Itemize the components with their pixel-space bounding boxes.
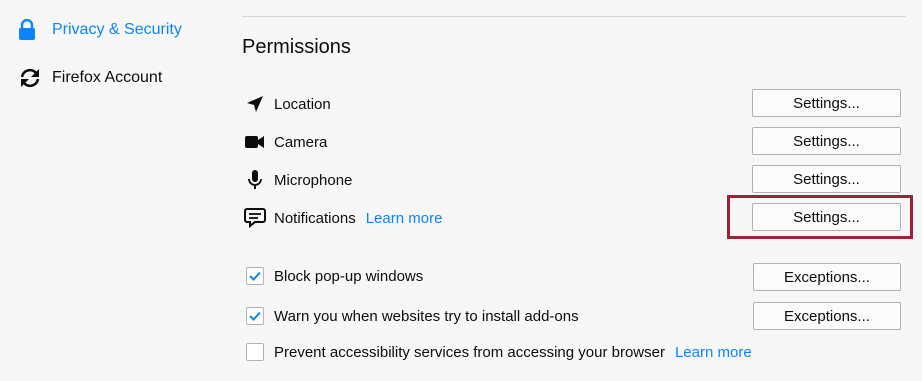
checkbox-row-prevent-accessibility: Prevent accessibility services from acce… (246, 341, 752, 363)
permission-row-microphone: Microphone (244, 168, 352, 192)
section-divider (242, 16, 906, 17)
block-popups-exceptions-button[interactable]: Exceptions... (753, 263, 901, 291)
microphone-icon (244, 169, 266, 191)
permission-row-location: Location (244, 92, 331, 116)
warn-addons-exceptions-button[interactable]: Exceptions... (753, 302, 901, 330)
camera-settings-button[interactable]: Settings... (752, 127, 901, 155)
permission-label: Notifications (274, 209, 356, 227)
camera-icon (244, 131, 266, 153)
notifications-settings-button[interactable]: Settings... (752, 203, 901, 231)
checkmark-icon (249, 311, 261, 321)
permission-row-notifications: Notifications Learn more (244, 206, 442, 230)
permission-label: Camera (274, 133, 328, 151)
permission-label: Microphone (274, 171, 353, 189)
notification-bubble-icon (244, 207, 266, 229)
sync-icon (18, 65, 44, 91)
lock-icon (18, 17, 44, 43)
block-popups-checkbox[interactable] (246, 267, 264, 285)
notifications-learn-more-link[interactable]: Learn more (366, 210, 443, 227)
microphone-settings-button[interactable]: Settings... (752, 165, 901, 193)
section-title: Permissions (242, 36, 351, 58)
checkbox-label: Block pop-up windows (274, 267, 424, 285)
sidebar-item-label: Privacy & Security (52, 21, 182, 38)
warn-addons-checkbox[interactable] (246, 307, 264, 325)
accessibility-learn-more-link[interactable]: Learn more (675, 344, 752, 361)
location-arrow-icon (244, 93, 266, 115)
checkbox-label: Prevent accessibility services from acce… (274, 343, 665, 361)
sidebar-item-firefox-account[interactable]: Firefox Account (18, 65, 162, 91)
permission-label: Location (274, 95, 331, 113)
checkbox-row-warn-addons: Warn you when websites try to install ad… (246, 305, 579, 327)
sidebar-item-privacy-security[interactable]: Privacy & Security (18, 17, 182, 43)
checkbox-label: Warn you when websites try to install ad… (274, 307, 579, 325)
prevent-accessibility-checkbox[interactable] (246, 343, 264, 361)
checkmark-icon (249, 271, 261, 281)
location-settings-button[interactable]: Settings... (752, 89, 901, 117)
checkbox-row-block-popups: Block pop-up windows (246, 265, 423, 287)
sidebar-item-label: Firefox Account (52, 69, 163, 86)
permission-row-camera: Camera (244, 130, 327, 154)
